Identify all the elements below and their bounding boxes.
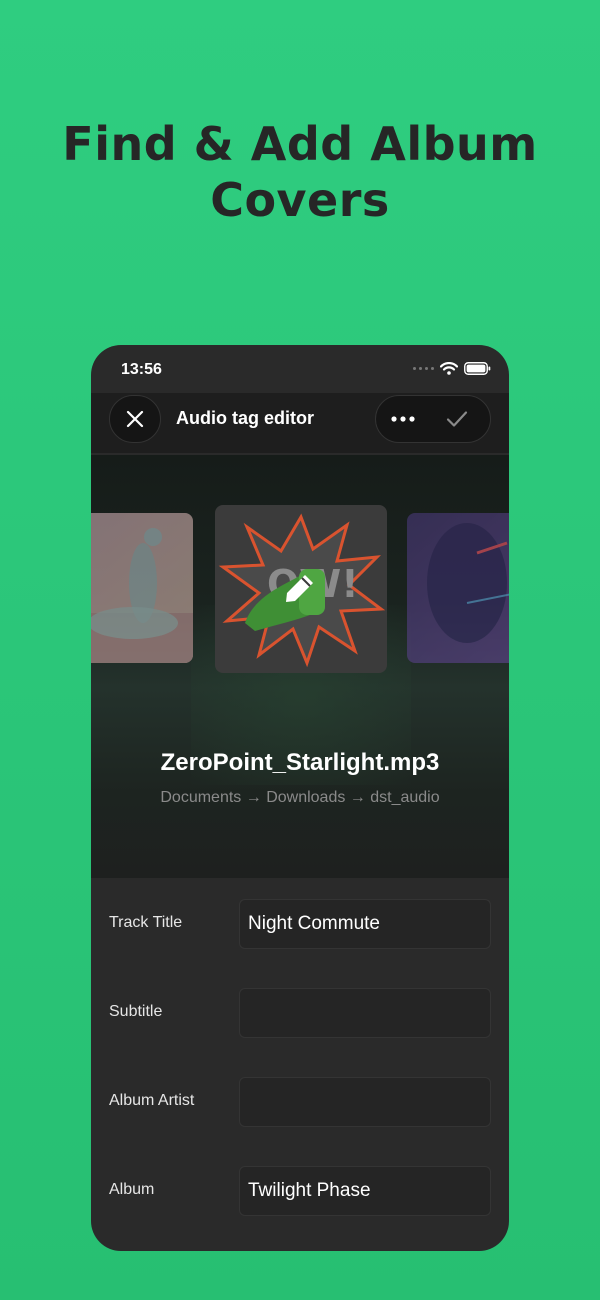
close-button[interactable]: [109, 395, 161, 443]
album-field[interactable]: Twilight Phase: [239, 1166, 491, 1216]
tag-form: Track Title Night Commute Subtitle Album…: [91, 879, 509, 1235]
form-row-subtitle: Subtitle: [91, 968, 509, 1057]
album-artist-field[interactable]: [239, 1077, 491, 1127]
checkmark-icon: [446, 411, 468, 427]
form-row-album-artist: Album Artist: [91, 1057, 509, 1146]
battery-icon: [464, 362, 491, 375]
signal-icon: [413, 367, 434, 370]
nav-title: Audio tag editor: [176, 408, 314, 428]
headline-line-2: Covers: [210, 173, 390, 227]
wifi-icon: [440, 362, 458, 375]
status-icons: [413, 362, 491, 375]
headline: Find & Add Album Covers: [0, 116, 600, 228]
file-name: ZeroPoint_Starlight.mp3: [160, 749, 440, 776]
file-path[interactable]: Documents → Downloads → dst_audio: [91, 789, 509, 807]
edit-cover-button[interactable]: [283, 571, 317, 610]
form-row-track-title: Track Title Night Commute: [91, 879, 509, 968]
track-title-field[interactable]: Night Commute: [239, 899, 491, 949]
album-cover-left[interactable]: [91, 513, 193, 663]
status-time: 13:56: [121, 361, 162, 378]
form-row-album: Album Twilight Phase: [91, 1146, 509, 1235]
track-title-label: Track Title: [109, 914, 183, 931]
status-bar: 13:56: [91, 345, 509, 393]
more-icon: [391, 416, 415, 422]
cover-hero: OW!: [91, 455, 509, 878]
close-icon: [126, 410, 144, 428]
album-label: Album: [109, 1181, 155, 1198]
nav-bar: Audio tag editor: [91, 393, 509, 453]
album-cover-right[interactable]: [407, 513, 509, 663]
subtitle-field[interactable]: [239, 988, 491, 1038]
more-button[interactable]: [376, 396, 430, 442]
confirm-button[interactable]: [430, 396, 484, 442]
album-artist-label: Album Artist: [109, 1092, 195, 1109]
pencil-icon: [286, 575, 313, 602]
headline-line-1: Find & Add Album: [62, 117, 538, 171]
subtitle-label: Subtitle: [109, 1003, 163, 1020]
action-pill: [375, 395, 491, 443]
phone-frame: 13:56 Audio tag editor ZeroPoint_Starlig…: [91, 345, 509, 1251]
